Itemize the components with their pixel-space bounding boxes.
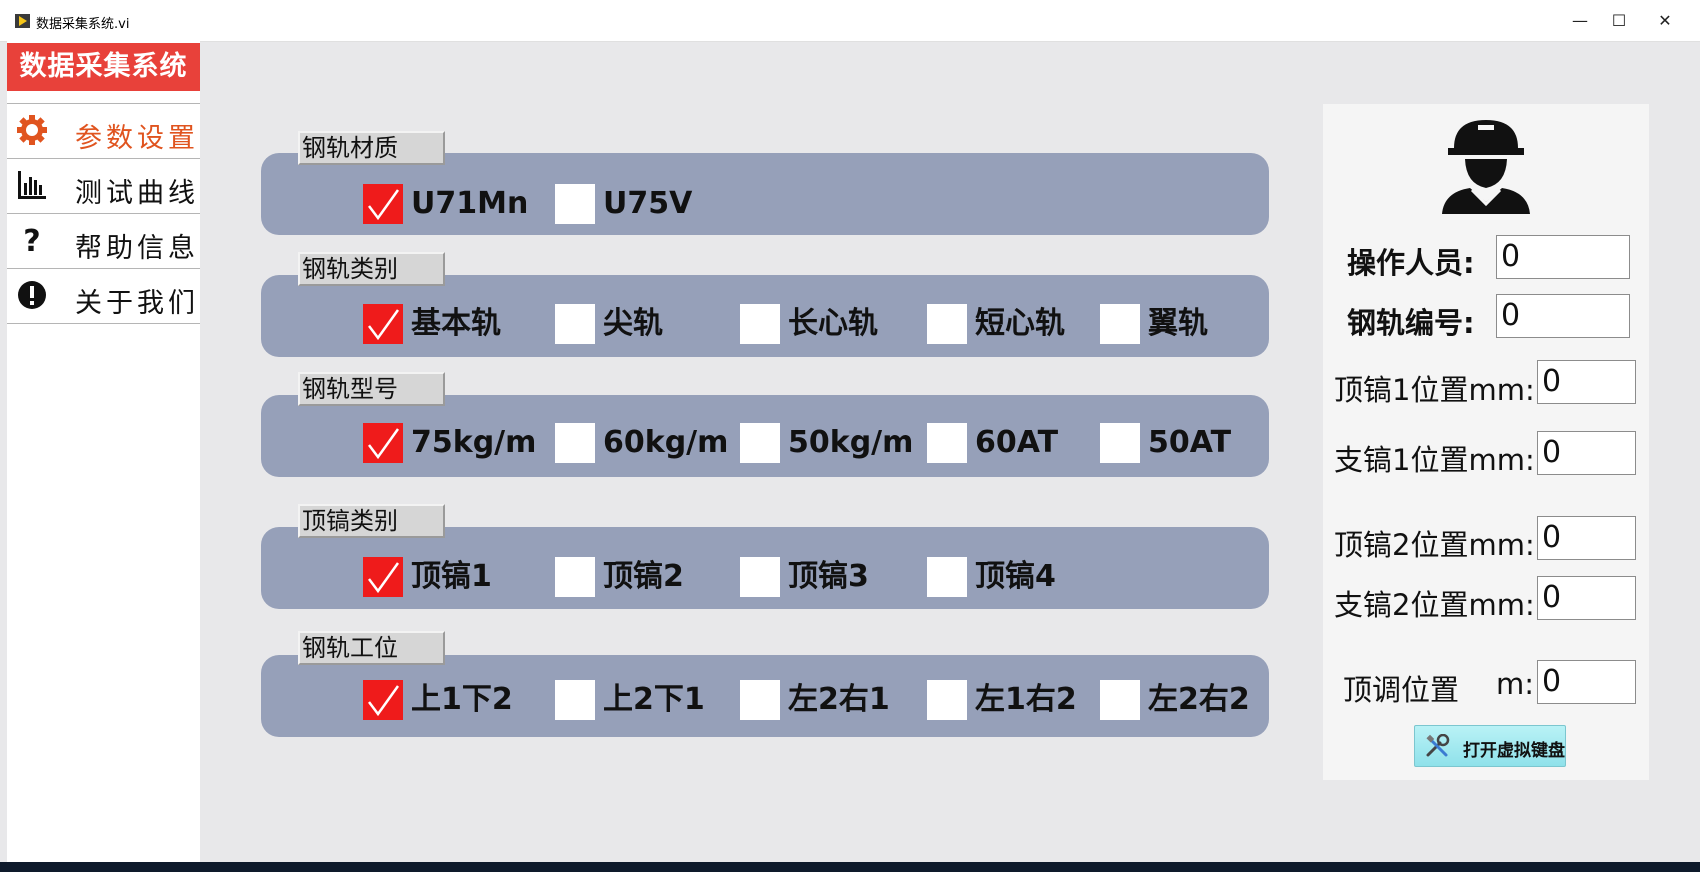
operator-label: 操作人员: [1347, 246, 1475, 280]
checkbox[interactable] [740, 557, 780, 597]
option-label: 50kg/m [788, 425, 914, 460]
jack1-support-label: 支镐1位置mm: [1334, 443, 1535, 477]
option-label: 尖轨 [603, 306, 663, 341]
checkbox[interactable] [555, 680, 595, 720]
checkbox-checked[interactable] [363, 184, 403, 224]
check-icon [368, 562, 400, 594]
jack2-top-input[interactable]: 0 [1537, 516, 1636, 560]
checkbox[interactable] [555, 423, 595, 463]
group-title: 钢轨类别 [298, 252, 445, 286]
option-label: 顶镐2 [603, 559, 684, 594]
option-label: 短心轨 [975, 306, 1065, 341]
jack1-top-label: 顶镐1位置mm: [1334, 373, 1535, 407]
minimize-button[interactable]: — [1562, 9, 1598, 33]
group-title: 钢轨工位 [298, 631, 445, 665]
option-label: 75kg/m [411, 425, 537, 460]
svg-text:?: ? [23, 224, 40, 256]
jack2-top-label: 顶镐2位置mm: [1334, 528, 1535, 562]
checkbox[interactable] [927, 680, 967, 720]
option-label: 60AT [975, 425, 1059, 460]
window-title: 数据采集系统.vi [36, 17, 130, 32]
sidebar-item-label: 参数设置 [75, 123, 199, 154]
maximize-button[interactable]: ☐ [1601, 9, 1637, 33]
close-button[interactable]: ✕ [1647, 9, 1683, 33]
adjust-position-input[interactable]: 0 [1537, 660, 1636, 704]
sidebar-item-settings[interactable]: 参数设置 [7, 103, 200, 158]
option-label: 顶镐4 [975, 559, 1056, 594]
checkbox-checked[interactable] [363, 680, 403, 720]
operator-input[interactable]: 0 [1496, 235, 1630, 279]
open-virtual-keyboard-button[interactable]: 打开虚拟键盘 [1414, 725, 1566, 767]
tools-icon [1426, 734, 1450, 757]
checkbox-checked[interactable] [363, 423, 403, 463]
option-label: 50AT [1148, 425, 1232, 460]
group-title: 顶镐类别 [298, 504, 445, 538]
checkbox[interactable] [927, 423, 967, 463]
checkbox[interactable] [1100, 680, 1140, 720]
jack2-support-input[interactable]: 0 [1537, 576, 1636, 620]
option-label: 上1下2 [411, 682, 513, 717]
checkbox[interactable] [1100, 423, 1140, 463]
option-label: 60kg/m [603, 425, 729, 460]
checkbox[interactable] [1100, 304, 1140, 344]
checkbox[interactable] [927, 557, 967, 597]
title-bar: 数据采集系统.vi — ☐ ✕ [0, 0, 1700, 42]
checkbox-checked[interactable] [363, 557, 403, 597]
option-label: U75V [603, 186, 693, 221]
question-icon: ? [23, 224, 40, 256]
checkbox[interactable] [927, 304, 967, 344]
checkbox[interactable] [740, 423, 780, 463]
checkbox[interactable] [555, 304, 595, 344]
jack1-support-input[interactable]: 0 [1537, 431, 1636, 475]
option-label: 基本轨 [411, 306, 501, 341]
checkbox[interactable] [740, 680, 780, 720]
exclamation-icon [18, 281, 46, 309]
checkbox-checked[interactable] [363, 304, 403, 344]
check-icon [368, 685, 400, 717]
checkbox[interactable] [555, 557, 595, 597]
sidebar-item-help[interactable]: ? 帮助信息 [7, 213, 200, 268]
sidebar: 数据采集系统 参数设置 测试曲线 ? 帮助信息 关于我们 [7, 41, 200, 862]
sidebar-item-label: 帮助信息 [75, 233, 199, 264]
sidebar-item-label: 关于我们 [75, 288, 199, 319]
group-title: 钢轨型号 [298, 372, 445, 406]
option-label: 上2下1 [603, 682, 705, 717]
bar-chart-icon [18, 171, 46, 199]
check-icon [368, 309, 400, 341]
jack1-top-input[interactable]: 0 [1537, 360, 1636, 404]
app-title: 数据采集系统 [7, 43, 200, 91]
option-label: 长心轨 [788, 306, 878, 341]
sidebar-item-about[interactable]: 关于我们 [7, 268, 200, 324]
adjust-unit-label: m: [1496, 667, 1535, 701]
rail-number-input[interactable]: 0 [1496, 294, 1630, 338]
option-label: 左2右1 [788, 682, 890, 717]
check-icon [368, 189, 400, 221]
option-label: 左2右2 [1148, 682, 1250, 717]
option-label: 左1右2 [975, 682, 1077, 717]
option-label: 翼轨 [1148, 306, 1208, 341]
option-label: 顶镐1 [411, 559, 492, 594]
checkbox[interactable] [555, 184, 595, 224]
jack2-support-label: 支镐2位置mm: [1334, 588, 1535, 622]
sidebar-item-label: 测试曲线 [75, 178, 199, 209]
rail-number-label: 钢轨编号: [1347, 306, 1475, 340]
labview-app-icon [15, 14, 30, 28]
checkbox[interactable] [740, 304, 780, 344]
check-icon [368, 428, 400, 460]
main-window: 数据采集系统.vi — ☐ ✕ 数据采集系统 参数设置 测试曲线 ? 帮助信息 … [0, 0, 1700, 862]
option-label: 顶镐3 [788, 559, 869, 594]
adjust-position-label: 顶调位置 [1343, 673, 1460, 707]
sidebar-item-curves[interactable]: 测试曲线 [7, 158, 200, 213]
keyboard-button-label: 打开虚拟键盘 [1463, 741, 1565, 761]
gear-icon [17, 115, 47, 145]
worker-avatar-icon [1442, 120, 1530, 214]
option-label: U71Mn [411, 186, 529, 221]
group-title: 钢轨材质 [298, 131, 445, 165]
